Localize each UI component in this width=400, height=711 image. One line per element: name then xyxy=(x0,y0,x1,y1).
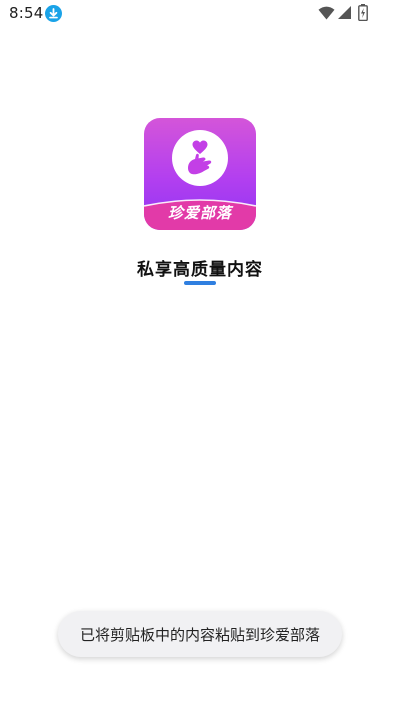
tagline: 私享高质量内容 xyxy=(137,260,263,280)
status-bar: 8:54 xyxy=(0,0,400,28)
toast: 已将剪贴板中的内容粘贴到珍爱部落 xyxy=(58,611,342,657)
toast-message: 已将剪贴板中的内容粘贴到珍爱部落 xyxy=(79,626,320,644)
loading-indicator xyxy=(184,281,216,285)
splash-screen: 8:54 珍爱部落 私享高质量内容 已将剪贴板中的内容粘贴到珍爱部落 xyxy=(0,0,400,711)
finger-heart-icon xyxy=(188,140,212,175)
wifi-icon xyxy=(318,5,335,24)
app-logo: 珍爱部落 xyxy=(144,118,256,230)
logo-circle xyxy=(172,130,228,186)
status-time: 8:54 xyxy=(9,4,44,22)
logo-text: 珍爱部落 xyxy=(167,204,232,222)
signal-icon xyxy=(337,5,352,24)
battery-icon xyxy=(358,4,368,25)
download-icon xyxy=(45,5,62,22)
